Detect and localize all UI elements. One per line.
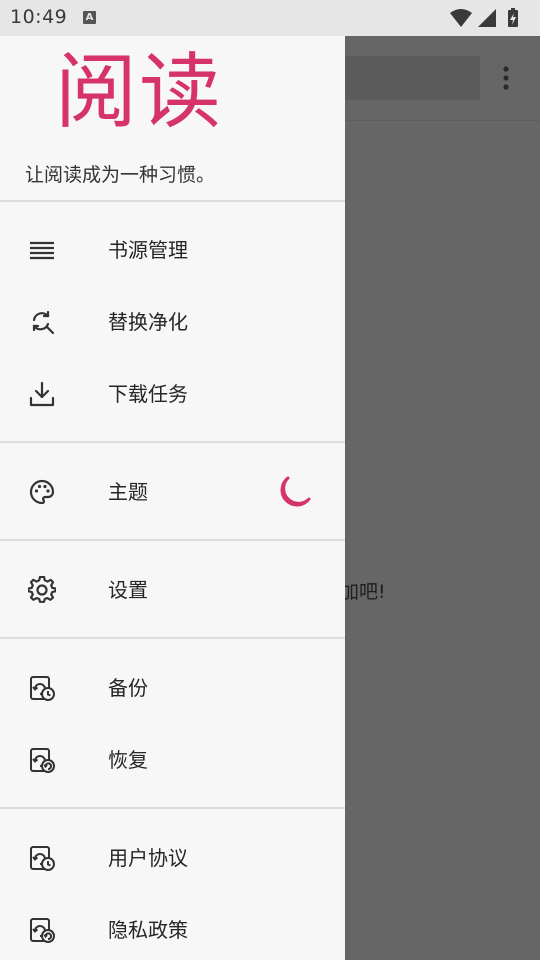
status-icons xyxy=(450,8,530,28)
wifi-icon xyxy=(450,9,472,27)
menu-label: 隐私政策 xyxy=(108,918,188,942)
divider xyxy=(0,637,345,639)
divider xyxy=(0,807,345,809)
menu-label: 书源管理 xyxy=(108,238,188,262)
battery-charging-icon xyxy=(508,8,518,27)
menu-label: 恢复 xyxy=(108,748,148,772)
night-mode-icon[interactable] xyxy=(274,473,314,513)
signal-icon xyxy=(478,9,496,27)
menu-label: 替换净化 xyxy=(108,310,188,334)
a-icon: A xyxy=(83,11,96,24)
menu-label: 用户协议 xyxy=(108,846,188,870)
find-replace-icon xyxy=(28,308,56,336)
restore-icon xyxy=(28,746,56,774)
menu-label: 下载任务 xyxy=(108,382,188,406)
menu-label: 备份 xyxy=(108,676,148,700)
navigation-drawer: 阅读 让阅读成为一种习惯。 书源管理 替换净化 下载任务 主题 设置 备份 恢复… xyxy=(0,36,345,960)
more-vertical-icon xyxy=(496,63,516,93)
list-icon xyxy=(28,236,56,264)
menu-item-user-agreement[interactable]: 用户协议 xyxy=(0,822,345,894)
status-bar: 10:49 A xyxy=(0,0,540,36)
menu-label: 主题 xyxy=(108,480,148,504)
backup-icon xyxy=(28,674,56,702)
divider xyxy=(0,200,345,202)
menu-item-book-source[interactable]: 书源管理 xyxy=(0,214,345,286)
privacy-icon xyxy=(28,916,56,944)
menu-item-restore[interactable]: 恢复 xyxy=(0,724,345,796)
status-time: 10:49 xyxy=(10,6,68,28)
menu-item-theme[interactable]: 主题 xyxy=(0,456,345,528)
download-icon xyxy=(28,380,56,408)
app-logo: 阅读 xyxy=(55,45,224,140)
menu-item-replace-rule[interactable]: 替换净化 xyxy=(0,286,345,358)
menu-item-settings[interactable]: 设置 xyxy=(0,554,345,626)
divider xyxy=(0,441,345,443)
divider xyxy=(0,539,345,541)
menu-label: 设置 xyxy=(108,578,148,602)
background-empty-text: 加吧! xyxy=(340,581,386,603)
menu-item-download[interactable]: 下载任务 xyxy=(0,358,345,430)
menu-item-backup[interactable]: 备份 xyxy=(0,652,345,724)
palette-icon xyxy=(28,478,56,506)
gear-icon xyxy=(28,576,56,604)
menu-item-privacy-policy[interactable]: 隐私政策 xyxy=(0,894,345,960)
agreement-icon xyxy=(28,844,56,872)
app-slogan: 让阅读成为一种习惯。 xyxy=(25,164,216,186)
